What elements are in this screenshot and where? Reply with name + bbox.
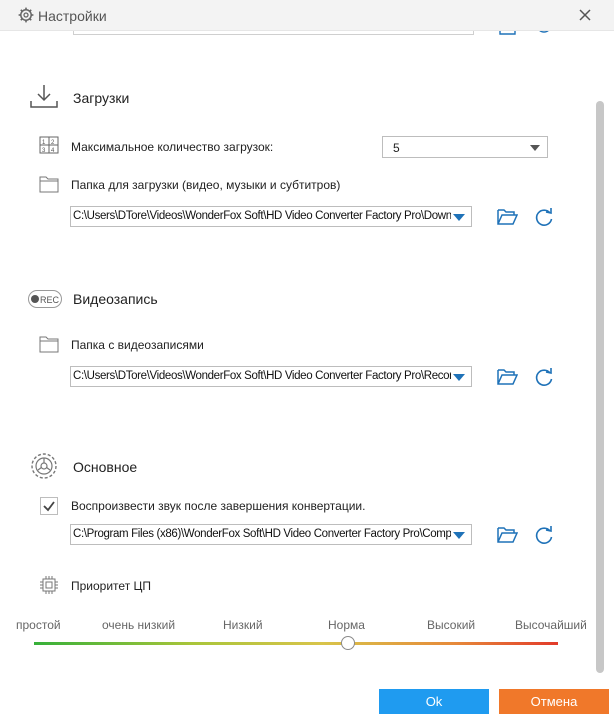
- window-title: Настройки: [38, 8, 107, 24]
- numbers-grid-icon: 1 2 3 4: [39, 136, 59, 154]
- chevron-down-icon[interactable]: [453, 214, 465, 221]
- cpu-level-label[interactable]: очень низкий: [102, 618, 175, 632]
- folder-icon: [39, 176, 59, 193]
- refresh-icon[interactable]: [533, 207, 555, 227]
- cpu-level-label[interactable]: Норма: [328, 618, 365, 632]
- svg-text:REC: REC: [40, 295, 60, 305]
- folder-open-icon[interactable]: [498, 31, 518, 35]
- max-downloads-select[interactable]: 5: [382, 136, 548, 158]
- refresh-icon[interactable]: [533, 367, 555, 387]
- play-sound-checkbox[interactable]: [40, 497, 58, 515]
- section-title-downloads: Загрузки: [73, 90, 130, 106]
- sound-file-path[interactable]: C:\Program Files (x86)\WonderFox Soft\HD…: [70, 524, 472, 545]
- settings-gear-icon: [31, 453, 57, 479]
- recording-folder-path-text: C:\Users\DTore\Videos\WonderFox Soft\HD …: [73, 370, 451, 382]
- download-folder-label: Папка для загрузки (видео, музыки и субт…: [71, 178, 341, 192]
- folder-open-icon[interactable]: [496, 525, 518, 545]
- cpu-priority-slider-thumb[interactable]: [341, 636, 355, 650]
- cpu-icon: [40, 576, 58, 594]
- scrollbar-thumb[interactable]: [596, 101, 604, 673]
- max-downloads-value: 5: [393, 141, 400, 155]
- download-folder-path-text: C:\Users\DTore\Videos\WonderFox Soft\HD …: [73, 210, 451, 222]
- max-downloads-label: Максимальное количество загрузок:: [71, 140, 274, 154]
- cpu-priority-label: Приоритет ЦП: [71, 579, 152, 593]
- check-icon: [43, 501, 55, 512]
- previous-path-field[interactable]: [73, 31, 474, 35]
- chevron-down-icon[interactable]: [453, 374, 465, 381]
- cpu-priority-slider[interactable]: [34, 642, 558, 645]
- folder-icon: [39, 336, 59, 353]
- rec-icon: REC: [28, 290, 62, 308]
- cpu-level-label[interactable]: Высокий: [427, 618, 475, 632]
- sound-file-path-text: C:\Program Files (x86)\WonderFox Soft\HD…: [73, 528, 451, 540]
- settings-content[interactable]: Загрузки 1 2 3 4 Максимальное количество…: [0, 31, 614, 689]
- close-icon[interactable]: [576, 6, 594, 24]
- download-folder-path[interactable]: C:\Users\DTore\Videos\WonderFox Soft\HD …: [70, 206, 472, 227]
- cpu-level-label[interactable]: Низкий: [223, 618, 263, 632]
- ok-button[interactable]: Ok: [379, 689, 489, 714]
- section-title-general: Основное: [73, 459, 138, 475]
- folder-open-icon[interactable]: [496, 367, 518, 387]
- dialog-footer: Ok Отмена: [0, 689, 614, 714]
- recording-folder-label: Папка с видеозаписями: [71, 338, 204, 352]
- play-sound-label: Воспроизвести звук после завершения конв…: [71, 499, 366, 513]
- gear-icon: [18, 7, 34, 23]
- refresh-icon[interactable]: [534, 31, 554, 35]
- chevron-down-icon[interactable]: [453, 532, 465, 539]
- refresh-icon[interactable]: [533, 525, 555, 545]
- chevron-down-icon: [530, 145, 540, 151]
- section-title-recording: Видеозапись: [73, 291, 158, 307]
- folder-open-icon[interactable]: [496, 207, 518, 227]
- download-icon: [30, 85, 58, 108]
- cpu-level-label[interactable]: простой: [16, 618, 61, 632]
- title-bar: Настройки: [0, 0, 614, 31]
- cpu-level-label[interactable]: Высочайший: [515, 618, 587, 632]
- cancel-button[interactable]: Отмена: [499, 689, 609, 714]
- recording-folder-path[interactable]: C:\Users\DTore\Videos\WonderFox Soft\HD …: [70, 366, 472, 387]
